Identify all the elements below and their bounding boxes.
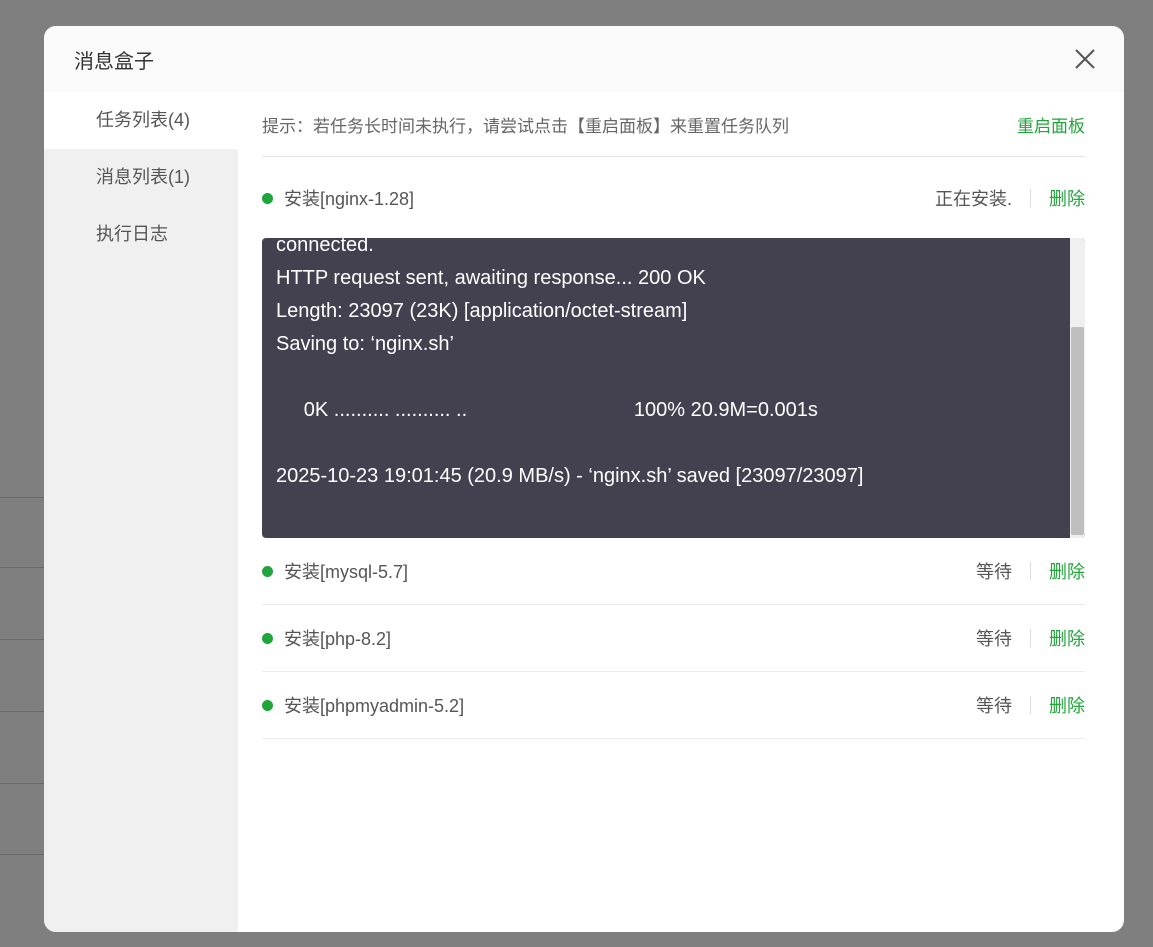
message-box-dialog: 消息盒子 任务列表(4) 消息列表(1) 执行日志 提示：若任务长时间未执行，请… (44, 26, 1124, 932)
sidebar-item-tasks[interactable]: 任务列表(4) (44, 92, 238, 149)
task-name: 安装[mysql-5.7] (284, 562, 409, 582)
sidebar: 任务列表(4) 消息列表(1) 执行日志 (44, 92, 238, 932)
delete-task-button[interactable]: 删除 (1049, 558, 1085, 584)
dialog-title: 消息盒子 (74, 50, 154, 73)
status-dot-icon (262, 699, 273, 711)
status-dot-icon (262, 192, 273, 204)
status-dot-icon (262, 565, 273, 577)
restart-panel-link[interactable]: 重启面板 (1017, 112, 1085, 137)
divider (1030, 629, 1031, 647)
delete-task-button[interactable]: 删除 (1049, 692, 1085, 718)
sidebar-item-messages[interactable]: 消息列表(1) (44, 149, 238, 206)
log-text: connected. HTTP request sent, awaiting r… (276, 238, 864, 487)
divider (1030, 562, 1031, 580)
task-status: 等待 (976, 696, 1012, 716)
tip-text: 提示：若任务长时间未执行，请尝试点击【重启面板】来重置任务队列 (262, 116, 789, 136)
task-name: 安装[phpmyadmin-5.2] (284, 696, 465, 716)
divider (1030, 696, 1031, 714)
task-name: 安装[nginx-1.28] (284, 189, 415, 209)
task-status: 等待 (976, 629, 1012, 649)
sidebar-item-logs[interactable]: 执行日志 (44, 206, 238, 263)
task-status: 正在安装. (934, 189, 1012, 209)
task-row: 安装[php-8.2] 等待 删除 (262, 605, 1085, 672)
tip-bar: 提示：若任务长时间未执行，请尝试点击【重启面板】来重置任务队列 重启面板 (262, 92, 1085, 157)
scrollbar-thumb[interactable] (1071, 327, 1084, 535)
task-panel: 提示：若任务长时间未执行，请尝试点击【重启面板】来重置任务队列 重启面板 安装[… (262, 92, 1085, 932)
task-name: 安装[php-8.2] (284, 629, 392, 649)
log-scrollbar[interactable] (1070, 238, 1085, 538)
task-row: 安装[mysql-5.7] 等待 删除 (262, 538, 1085, 605)
delete-task-button[interactable]: 删除 (1049, 185, 1085, 211)
divider (1030, 189, 1031, 207)
status-dot-icon (262, 632, 273, 644)
task-row: 安装[nginx-1.28] 正在安装. 删除 (262, 157, 1085, 239)
dialog-header: 消息盒子 (44, 26, 1124, 92)
task-status: 等待 (976, 562, 1012, 582)
delete-task-button[interactable]: 删除 (1049, 625, 1085, 651)
install-log-console: connected. HTTP request sent, awaiting r… (262, 238, 1085, 538)
close-icon[interactable] (1074, 48, 1096, 70)
task-row: 安装[phpmyadmin-5.2] 等待 删除 (262, 672, 1085, 739)
